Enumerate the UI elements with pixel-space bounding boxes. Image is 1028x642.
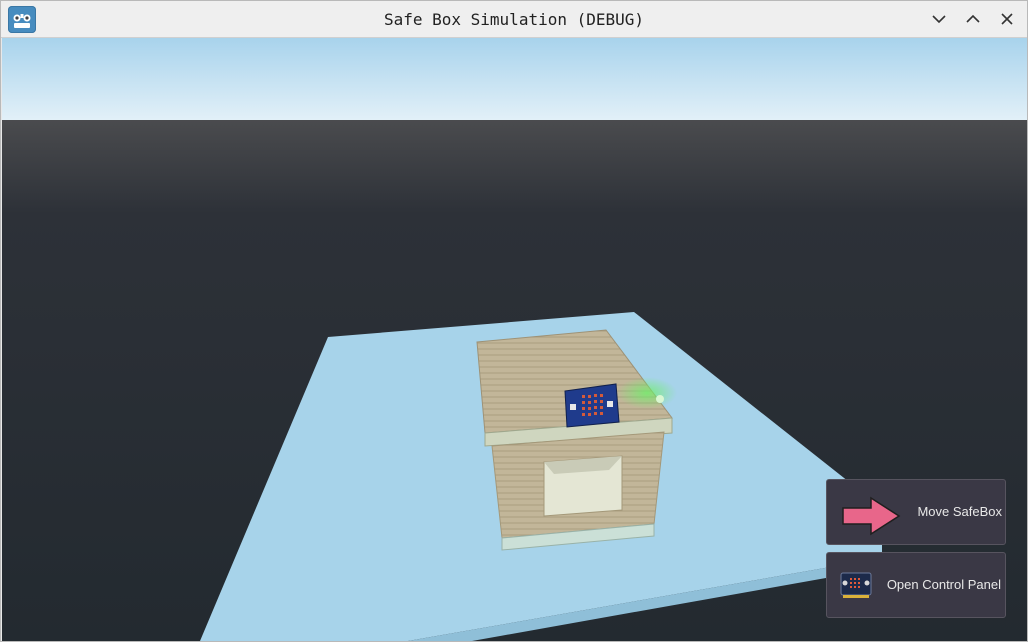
window-title: Safe Box Simulation (DEBUG) bbox=[383, 10, 645, 29]
minimize-icon bbox=[932, 15, 946, 24]
right-arrow-icon bbox=[842, 496, 901, 536]
maximize-button[interactable] bbox=[959, 5, 987, 33]
minimize-button[interactable] bbox=[925, 5, 953, 33]
microbit-board bbox=[564, 383, 620, 428]
close-button[interactable] bbox=[993, 5, 1021, 33]
move-safebox-button[interactable]: Move SafeBox bbox=[826, 479, 1006, 545]
app-window: Safe Box Simulation (DEBUG) Move SafeBox… bbox=[0, 0, 1028, 642]
open-control-panel-label: Open Control Panel bbox=[886, 577, 1001, 592]
move-safebox-label: Move SafeBox bbox=[917, 504, 1002, 519]
3d-viewport[interactable]: Move SafeBox Open Control Panel bbox=[2, 38, 1027, 641]
scene-render bbox=[2, 38, 1027, 641]
maximize-icon bbox=[966, 14, 980, 23]
sky bbox=[2, 38, 1027, 120]
close-icon bbox=[1001, 13, 1013, 25]
microbit-icon bbox=[840, 572, 872, 598]
open-control-panel-button[interactable]: Open Control Panel bbox=[826, 552, 1006, 618]
title-bar[interactable]: Safe Box Simulation (DEBUG) bbox=[1, 1, 1027, 38]
